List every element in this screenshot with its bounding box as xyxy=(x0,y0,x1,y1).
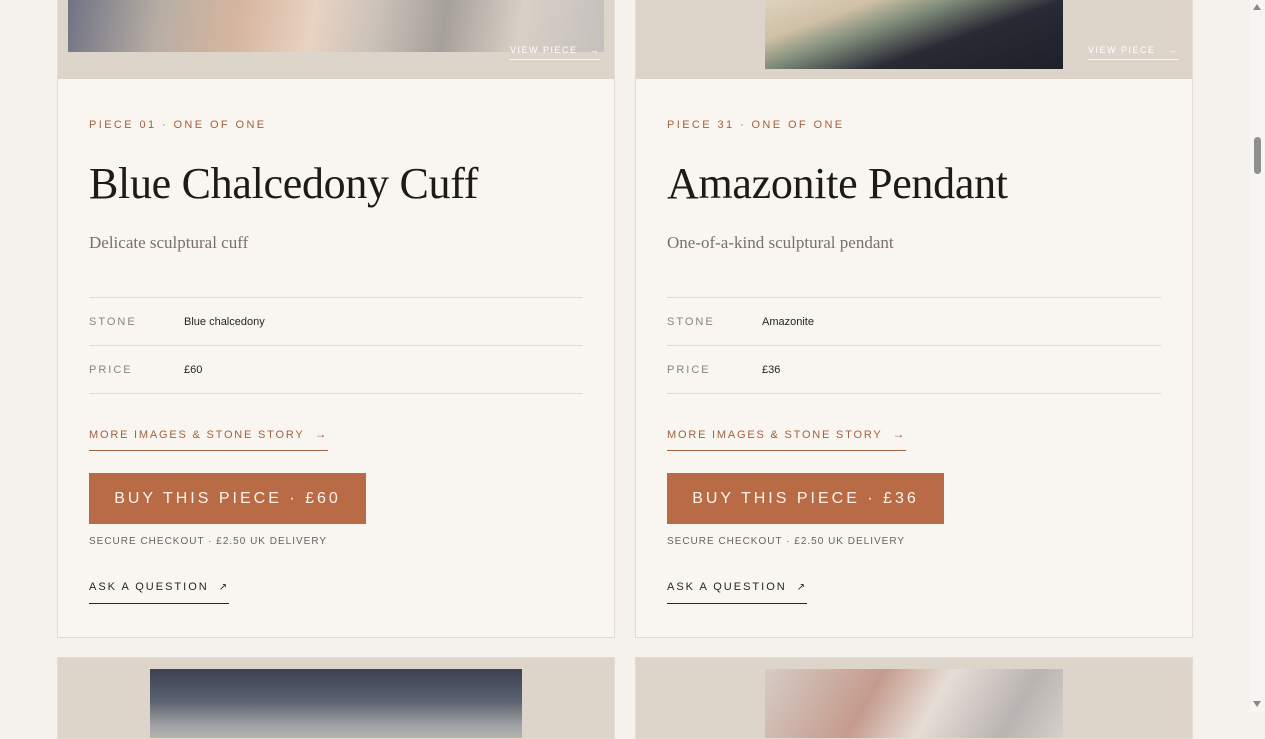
more-images-label: MORE IMAGES & STONE STORY xyxy=(667,429,883,441)
product-subtitle: Delicate sculptural cuff xyxy=(89,233,249,252)
checkout-note: SECURE CHECKOUT · £2.50 UK DELIVERY xyxy=(89,536,328,547)
more-images-label: MORE IMAGES & STONE STORY xyxy=(89,429,305,441)
ask-question-label: ASK A QUESTION xyxy=(667,581,787,593)
spec-row-stone: STONE Amazonite xyxy=(667,298,1161,346)
product-card-next[interactable] xyxy=(635,657,1193,739)
stone-value: Blue chalcedony xyxy=(184,316,265,328)
product-title: Amazonite Pendant xyxy=(667,159,1008,208)
product-image[interactable] xyxy=(765,669,1063,738)
view-piece-link[interactable]: VIEW PIECE → xyxy=(1087,45,1178,60)
price-label: PRICE xyxy=(89,364,133,376)
product-image[interactable] xyxy=(765,0,1063,69)
external-arrow-icon: ↗ xyxy=(796,582,808,593)
scroll-down-arrow-icon[interactable] xyxy=(1253,701,1261,707)
scroll-up-arrow-icon[interactable] xyxy=(1253,4,1261,10)
product-card-next[interactable] xyxy=(57,657,615,739)
price-value: £36 xyxy=(762,364,781,376)
spec-table: STONE Blue chalcedony PRICE £60 xyxy=(89,297,583,394)
arrow-right-icon: → xyxy=(314,427,329,441)
ask-question-link[interactable]: ASK A QUESTION ↗ xyxy=(89,581,230,604)
arrow-right-icon: → xyxy=(1167,45,1178,55)
buy-button[interactable]: BUY THIS PIECE · £60 xyxy=(89,473,366,524)
scrollbar-thumb[interactable] xyxy=(1254,137,1261,174)
page-scrollbar[interactable] xyxy=(1250,0,1265,712)
arrow-right-icon: → xyxy=(589,45,600,55)
ask-question-label: ASK A QUESTION xyxy=(89,581,209,593)
spec-table: STONE Amazonite PRICE £36 xyxy=(667,297,1161,394)
price-value: £60 xyxy=(184,364,203,376)
arrow-right-icon: → xyxy=(892,427,907,441)
spec-row-price: PRICE £36 xyxy=(667,346,1161,394)
more-images-link[interactable]: MORE IMAGES & STONE STORY → xyxy=(667,427,907,451)
product-title: Blue Chalcedony Cuff xyxy=(89,159,479,208)
more-images-link[interactable]: MORE IMAGES & STONE STORY → xyxy=(89,427,329,451)
product-photo-band[interactable]: VIEW PIECE → xyxy=(636,0,1192,79)
product-card: VIEW PIECE → PIECE 01 · ONE OF ONE Blue C… xyxy=(57,0,615,638)
piece-eyebrow: PIECE 31 · ONE OF ONE xyxy=(667,119,845,131)
product-card: VIEW PIECE → PIECE 31 · ONE OF ONE Amazon… xyxy=(635,0,1193,638)
product-image[interactable] xyxy=(150,669,522,738)
piece-eyebrow: PIECE 01 · ONE OF ONE xyxy=(89,119,267,131)
stone-label: STONE xyxy=(89,316,137,328)
stone-label: STONE xyxy=(667,316,715,328)
view-piece-label: VIEW PIECE xyxy=(509,45,578,55)
product-subtitle: One-of-a-kind sculptural pendant xyxy=(667,233,894,252)
view-piece-label: VIEW PIECE xyxy=(1087,45,1156,55)
price-label: PRICE xyxy=(667,364,711,376)
stone-value: Amazonite xyxy=(762,316,814,328)
view-piece-link[interactable]: VIEW PIECE → xyxy=(509,45,600,60)
product-photo-band[interactable]: VIEW PIECE → xyxy=(58,0,614,79)
buy-button[interactable]: BUY THIS PIECE · £36 xyxy=(667,473,944,524)
spec-row-stone: STONE Blue chalcedony xyxy=(89,298,583,346)
checkout-note: SECURE CHECKOUT · £2.50 UK DELIVERY xyxy=(667,536,906,547)
ask-question-link[interactable]: ASK A QUESTION ↗ xyxy=(667,581,808,604)
external-arrow-icon: ↗ xyxy=(218,582,230,593)
spec-row-price: PRICE £60 xyxy=(89,346,583,394)
